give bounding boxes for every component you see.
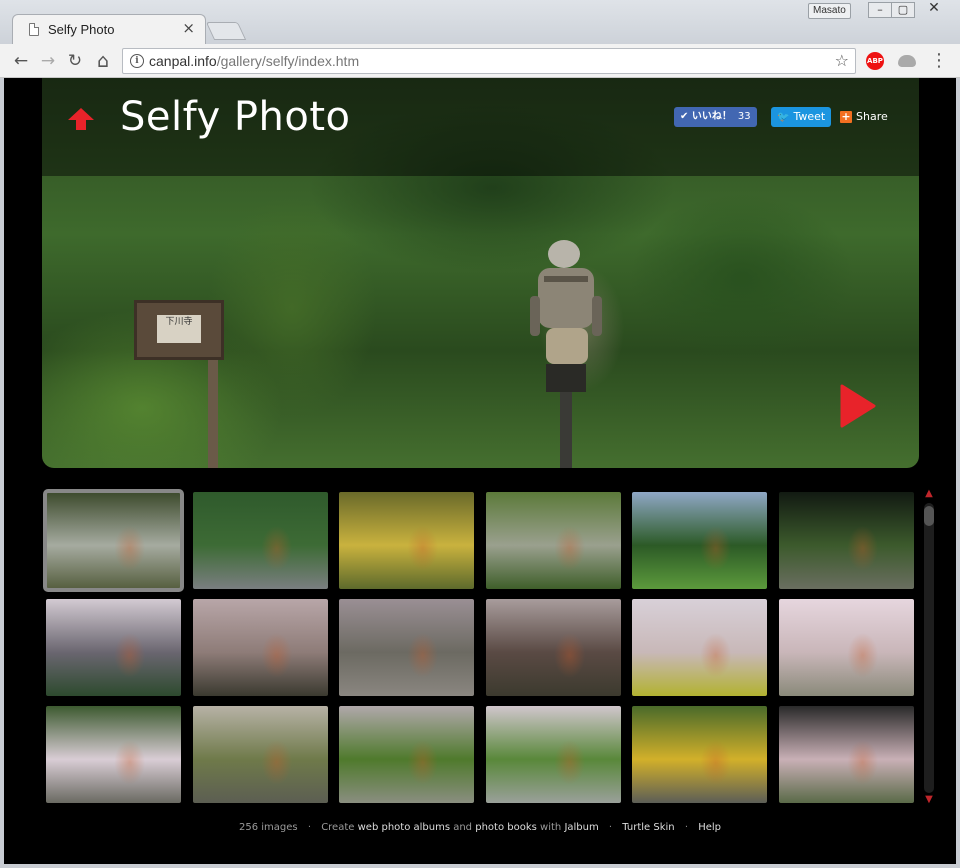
thumbnail-11[interactable] — [632, 599, 767, 696]
cloud-extension-icon[interactable] — [898, 55, 916, 67]
window-close-button[interactable]: ✕ — [918, 1, 950, 16]
profile-name[interactable]: Masato — [808, 3, 851, 19]
minimize-button[interactable]: – — [868, 2, 892, 18]
thumbnail-17[interactable] — [632, 706, 767, 803]
scroll-track[interactable] — [924, 503, 934, 793]
bookmark-star-icon[interactable]: ☆ — [835, 51, 849, 70]
tweet-button[interactable]: 🐦 Tweet — [771, 107, 832, 127]
thumbnail-7[interactable] — [46, 599, 181, 696]
adblock-extension-icon[interactable]: ABP — [866, 52, 884, 70]
address-url[interactable]: canpal.info/gallery/selfy/index.htm — [149, 53, 359, 69]
thumbnail-16[interactable] — [485, 706, 621, 803]
scroll-up-icon[interactable]: ▲ — [924, 489, 934, 499]
help-link[interactable]: Help — [698, 822, 721, 833]
thumbnail-scrollbar[interactable]: ▲ ▼ — [921, 488, 937, 808]
web-photo-albums-link[interactable]: web photo albums — [358, 822, 450, 833]
like-label: いいね！ — [691, 111, 732, 122]
maximize-button[interactable]: ▢ — [891, 2, 915, 18]
up-arrow-icon[interactable] — [68, 108, 94, 130]
thumbnail-6[interactable] — [778, 492, 914, 589]
browser-toolbar: ← → ↻ ⌂ i canpal.info/gallery/selfy/inde… — [0, 44, 960, 78]
check-icon: ✔ — [680, 111, 692, 122]
main-photo[interactable]: 下川寺 Selfy Photo ✔ いいね！ 33 🐦 Tweet + Shar… — [42, 78, 919, 468]
thumbnail-8[interactable] — [192, 599, 328, 696]
thumbnail-14[interactable] — [192, 706, 328, 803]
page-footer: 256 images · Create web photo albums and… — [4, 822, 956, 833]
thumbnail-13[interactable] — [46, 706, 181, 803]
tweet-label: Tweet — [793, 110, 826, 123]
cyclist-figure — [530, 240, 602, 468]
signpost-pole — [208, 360, 218, 468]
site-info-icon[interactable]: i — [130, 54, 144, 68]
like-count: 33 — [737, 111, 751, 122]
browser-tab[interactable]: Selfy Photo × — [12, 14, 206, 44]
thumbnail-18[interactable] — [778, 706, 914, 803]
signpost: 下川寺 — [134, 300, 224, 360]
footer-separator: · — [307, 822, 311, 833]
thumbnail-1[interactable] — [43, 489, 184, 592]
thumbnail-4[interactable] — [485, 492, 621, 589]
turtle-skin-link[interactable]: Turtle Skin — [622, 822, 674, 833]
scroll-down-icon[interactable]: ▼ — [924, 795, 934, 805]
footer-separator: · — [684, 822, 688, 833]
album-header: Selfy Photo ✔ いいね！ 33 🐦 Tweet + Share — [42, 78, 919, 176]
thumbnail-15[interactable] — [339, 706, 474, 803]
share-plus-icon: + — [840, 110, 852, 123]
new-tab-button[interactable] — [205, 22, 247, 40]
jalbum-link[interactable]: Jalbum — [564, 822, 598, 833]
image-count: 256 images — [239, 822, 298, 833]
scroll-thumb[interactable] — [924, 506, 934, 526]
thumbnail-9[interactable] — [339, 599, 474, 696]
twitter-bird-icon: 🐦 — [777, 112, 790, 123]
tab-title: Selfy Photo — [48, 22, 115, 37]
footer-and-text: and — [453, 822, 473, 833]
home-button[interactable]: ⌂ — [92, 50, 114, 72]
page-favicon-icon — [29, 23, 39, 36]
reload-button[interactable]: ↻ — [64, 50, 86, 72]
thumbnail-grid — [42, 488, 917, 808]
address-bar[interactable]: i canpal.info/gallery/selfy/index.htm ☆ — [122, 48, 856, 74]
thumbnail-3[interactable] — [339, 492, 474, 589]
footer-with-text: with — [540, 822, 562, 833]
footer-create-text: Create — [321, 822, 355, 833]
footer-separator: · — [608, 822, 613, 833]
facebook-like-button[interactable]: ✔ いいね！ 33 — [674, 107, 757, 127]
album-title: Selfy Photo — [120, 94, 351, 140]
thumbnail-5[interactable] — [632, 492, 767, 589]
thumbnail-10[interactable] — [485, 599, 621, 696]
back-button[interactable]: ← — [10, 50, 32, 72]
page-viewport: 下川寺 Selfy Photo ✔ いいね！ 33 🐦 Tweet + Shar… — [4, 78, 956, 864]
sign-plaque: 下川寺 — [157, 315, 201, 343]
forward-button[interactable]: → — [37, 50, 59, 72]
share-button[interactable]: + Share — [836, 107, 892, 127]
share-label: Share — [856, 110, 888, 123]
tab-close-icon[interactable]: × — [182, 19, 195, 37]
browser-titlebar: Selfy Photo × Masato – ▢ ✕ — [0, 0, 960, 44]
next-arrow-icon[interactable] — [840, 384, 876, 428]
browser-menu-icon[interactable]: ⋮ — [930, 50, 948, 72]
thumbnail-12[interactable] — [778, 599, 914, 696]
thumbnail-2[interactable] — [192, 492, 328, 589]
photo-books-link[interactable]: photo books — [475, 822, 537, 833]
